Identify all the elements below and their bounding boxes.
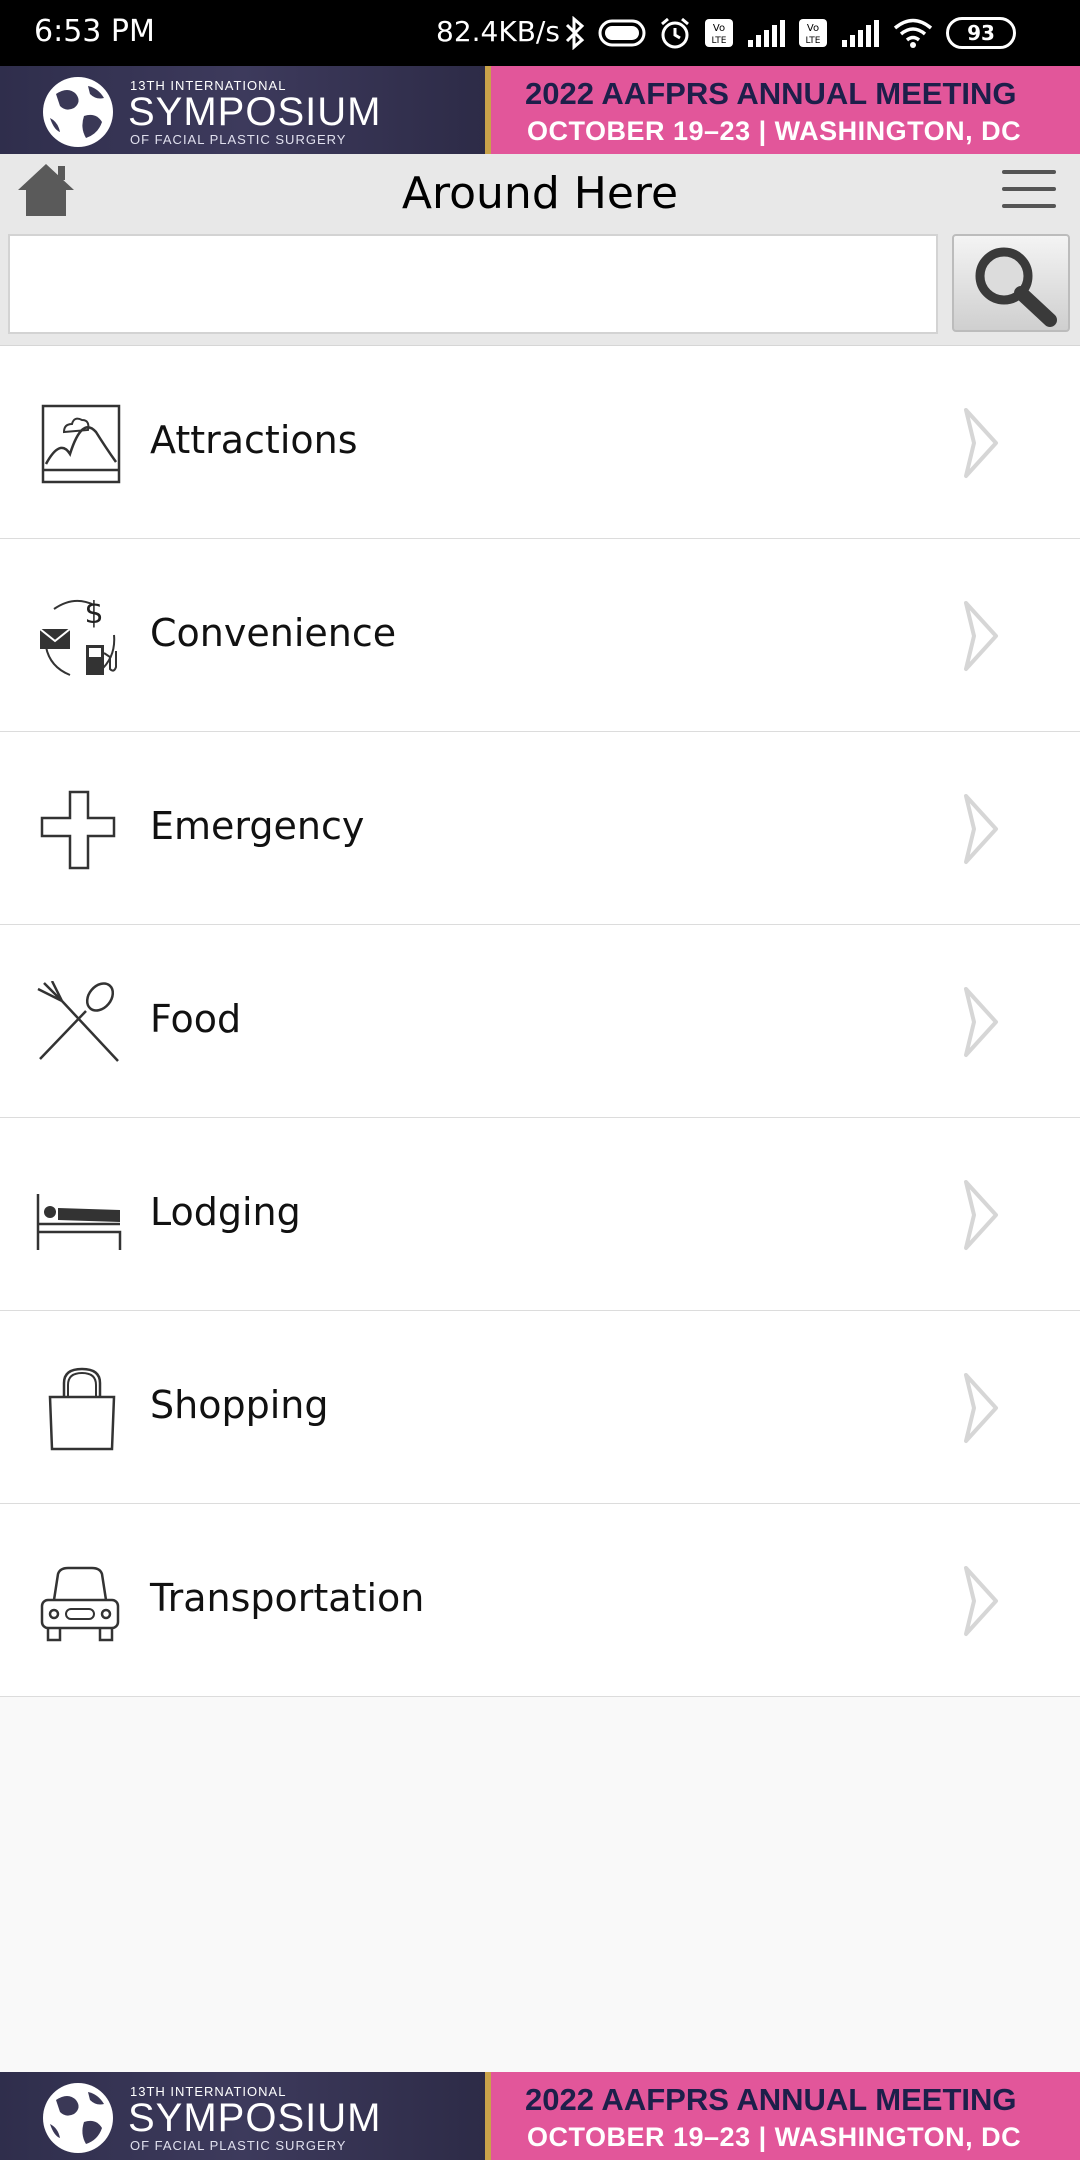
meeting-title: 2022 AAFPRS ANNUAL MEETING xyxy=(525,76,1017,111)
meeting-ad: 2022 AAFPRS ANNUAL MEETING OCTOBER 19–23… xyxy=(491,66,1080,154)
ad-banner-top[interactable]: 13TH INTERNATIONAL SYMPOSIUM OF FACIAL P… xyxy=(0,66,1080,154)
hamburger-icon-bar xyxy=(1002,204,1056,208)
meeting-ad: 2022 AAFPRS ANNUAL MEETING OCTOBER 19–23… xyxy=(491,2072,1080,2160)
meeting-dates: OCTOBER 19–23 | WASHINGTON, DC xyxy=(527,2122,1022,2152)
status-icons: Vo LTE Vo LTE 93 xyxy=(564,13,1016,53)
svg-text:LTE: LTE xyxy=(806,36,821,46)
category-label: Transportation xyxy=(150,1576,425,1620)
hamburger-icon-bar xyxy=(1002,170,1056,174)
network-speed: 82.4KB/s xyxy=(436,15,560,48)
ad-banner-bottom[interactable]: 13TH INTERNATIONAL SYMPOSIUM OF FACIAL P… xyxy=(0,2072,1080,2160)
alarm-icon xyxy=(661,17,689,49)
fork-spoon-icon xyxy=(37,981,119,1062)
category-row-transportation[interactable]: Transportation xyxy=(0,1504,1080,1697)
globe-icon xyxy=(43,2083,113,2153)
symposium-logo: 13TH INTERNATIONAL SYMPOSIUM OF FACIAL P… xyxy=(0,2072,485,2160)
symposium-logo: 13TH INTERNATIONAL SYMPOSIUM OF FACIAL P… xyxy=(0,66,485,154)
pill-toggle-icon xyxy=(598,19,646,47)
app-header: Around Here xyxy=(0,154,1080,346)
chevron-right-icon xyxy=(964,1566,998,1636)
symposium-title: SYMPOSIUM xyxy=(128,2096,382,2140)
svg-text:$: $ xyxy=(84,596,103,631)
bed-icon xyxy=(36,1194,122,1250)
chevron-right-icon xyxy=(964,987,998,1057)
category-row-food[interactable]: Food xyxy=(0,925,1080,1118)
symposium-title: SYMPOSIUM xyxy=(128,90,382,134)
symposium-subtitle: OF FACIAL PLASTIC SURGERY xyxy=(130,132,347,147)
medical-cross-icon xyxy=(40,790,116,870)
category-row-lodging[interactable]: Lodging xyxy=(0,1118,1080,1311)
bluetooth-icon xyxy=(565,16,585,50)
category-label: Shopping xyxy=(150,1383,329,1427)
shopping-bag-icon xyxy=(48,1367,116,1451)
wifi-icon xyxy=(893,18,933,48)
search-input[interactable] xyxy=(8,234,938,334)
meeting-dates: OCTOBER 19–23 | WASHINGTON, DC xyxy=(527,116,1022,146)
volte-icon: Vo LTE xyxy=(799,19,827,47)
chevron-right-icon xyxy=(964,794,998,864)
magnifier-icon xyxy=(975,247,1057,327)
svg-text:Vo: Vo xyxy=(713,23,725,34)
mail-dollar-fuel-icon: $ xyxy=(39,596,117,676)
search-button[interactable] xyxy=(952,234,1070,332)
category-label: Convenience xyxy=(150,611,397,655)
globe-icon xyxy=(43,77,113,147)
car-icon xyxy=(40,1566,120,1642)
category-row-attractions[interactable]: Attractions xyxy=(0,346,1080,539)
symposium-subtitle: OF FACIAL PLASTIC SURGERY xyxy=(130,2138,347,2153)
category-list: Attractions $ Convenience Emergency Food… xyxy=(0,346,1080,1697)
hamburger-icon-bar xyxy=(1002,187,1056,191)
status-time: 6:53 PM xyxy=(34,14,155,49)
svg-text:Vo: Vo xyxy=(807,23,819,34)
chevron-right-icon xyxy=(964,1180,998,1250)
meeting-title: 2022 AAFPRS ANNUAL MEETING xyxy=(525,2082,1017,2117)
volte-icon: Vo LTE xyxy=(705,19,733,47)
signal-icon xyxy=(842,20,879,47)
menu-button[interactable] xyxy=(1002,168,1056,212)
chevron-right-icon xyxy=(964,408,998,478)
battery-icon: 93 xyxy=(946,17,1016,49)
category-row-emergency[interactable]: Emergency xyxy=(0,732,1080,925)
category-label: Food xyxy=(150,997,242,1041)
status-bar: 6:53 PM 82.4KB/s Vo LTE Vo LTE 93 xyxy=(0,0,1080,66)
chevron-right-icon xyxy=(964,1373,998,1443)
category-row-convenience[interactable]: $ Convenience xyxy=(0,539,1080,732)
category-label: Lodging xyxy=(150,1190,301,1234)
category-label: Attractions xyxy=(150,418,358,462)
landscape-picture-icon xyxy=(41,404,121,484)
chevron-right-icon xyxy=(964,601,998,671)
signal-icon xyxy=(748,20,785,47)
category-label: Emergency xyxy=(150,804,365,848)
category-row-shopping[interactable]: Shopping xyxy=(0,1311,1080,1504)
page-title: Around Here xyxy=(401,168,679,219)
svg-text:LTE: LTE xyxy=(712,36,727,46)
